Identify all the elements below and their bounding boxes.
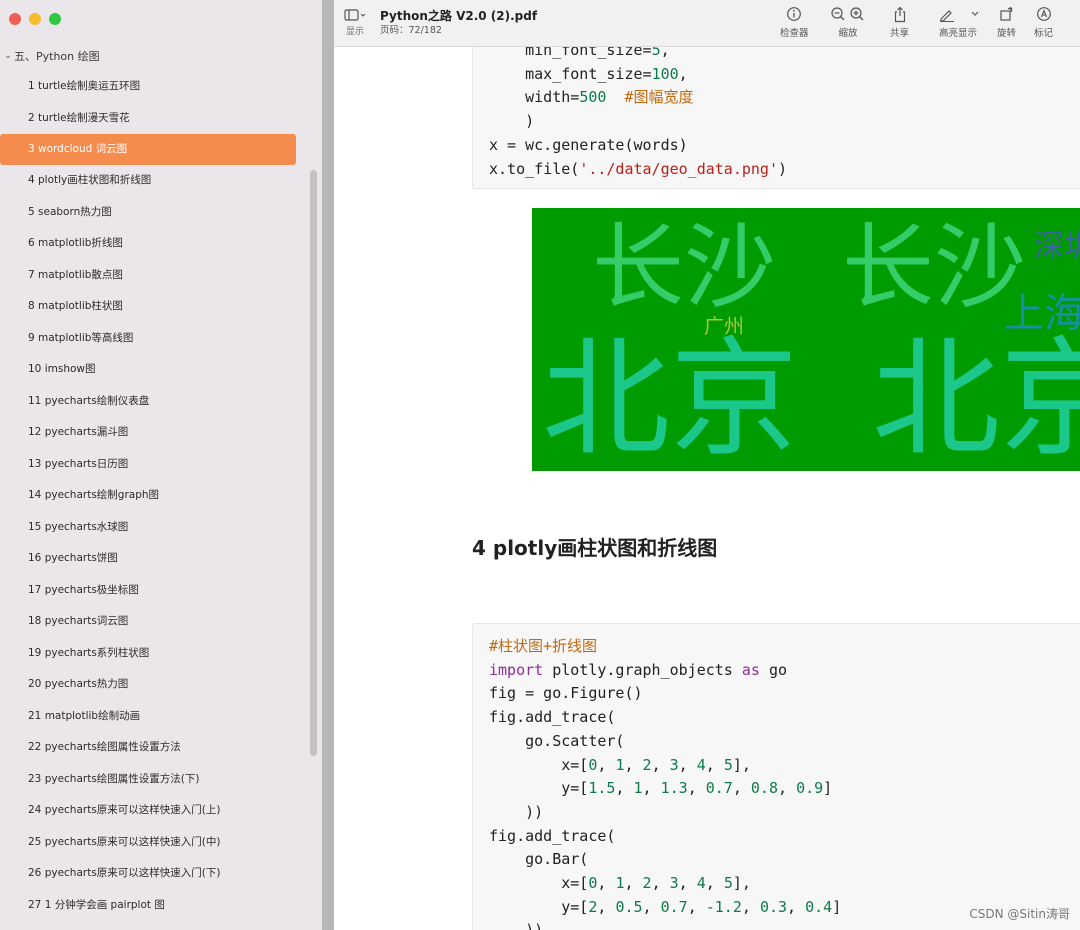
toc-item[interactable]: 23 pyecharts绘图属性设置方法(下) — [0, 764, 322, 796]
code-line: x.to_file('../data/geo_data.png') — [489, 159, 788, 178]
toc-item[interactable]: 20 pyecharts热力图 — [0, 669, 322, 701]
code-block: #柱状图+折线图 import plotly.graph_objects as g… — [472, 623, 1080, 930]
toc-item[interactable]: 16 pyecharts饼图 — [0, 543, 322, 575]
document-page[interactable]: min_font_size=5, max_font_size=100, widt… — [334, 47, 1080, 930]
toc-section-label: 五、Python 绘图 — [14, 50, 100, 63]
markup-icon — [1034, 6, 1053, 24]
sidebar-toggle-icon — [340, 8, 370, 24]
code-line: y=[1.5, 1, 1.3, 0.7, 0.8, 0.9] — [489, 779, 833, 798]
toc-item[interactable]: 19 pyecharts系列柱状图 — [0, 638, 322, 670]
sidebar-divider[interactable] — [322, 0, 334, 930]
toc-item[interactable]: 2 turtle绘制漫天雪花 — [0, 103, 322, 135]
toc-item[interactable]: 13 pyecharts日历图 — [0, 449, 322, 481]
toc-item[interactable]: 12 pyecharts漏斗图 — [0, 417, 322, 449]
toc-item[interactable]: 14 pyecharts绘制graph图 — [0, 480, 322, 512]
chevron-down-icon[interactable]: ⌄ — [2, 51, 14, 61]
toc-item[interactable]: 3 wordcloud 词云图 — [0, 134, 296, 165]
markup-label: 标记 — [1034, 28, 1054, 39]
close-window-button[interactable] — [9, 13, 21, 25]
toc-item[interactable]: 17 pyecharts极坐标图 — [0, 575, 322, 607]
code-line: x=[0, 1, 2, 3, 4, 5], — [489, 755, 751, 774]
code-line: min_font_size=5, — [489, 47, 670, 59]
toolbar: 显示 Python之路 V2.0 (2).pdf 页码：72/182 检查器 缩… — [334, 0, 1080, 47]
code-line: go.Bar( — [489, 850, 589, 869]
toc-item[interactable]: 5 seaborn热力图 — [0, 197, 322, 229]
toc-item[interactable]: 22 pyecharts绘图属性设置方法 — [0, 732, 322, 764]
zoom-label: 缩放 — [838, 28, 858, 39]
toc-item[interactable]: 10 imshow图 — [0, 354, 322, 386]
minimize-window-button[interactable] — [29, 13, 41, 25]
toc-item[interactable]: 1 turtle绘制奥运五环图 — [0, 71, 322, 103]
share-button[interactable]: 共享 — [890, 6, 909, 39]
rotate-icon — [997, 6, 1016, 24]
code-line: go.Scatter( — [489, 731, 625, 750]
toc-item[interactable]: 24 pyecharts原来可以这样快速入门(上) — [0, 795, 322, 827]
toc-item[interactable]: 25 pyecharts原来可以这样快速入门(中) — [0, 827, 322, 859]
toc-item[interactable]: 15 pyecharts水球图 — [0, 512, 322, 544]
code-line: width=500 #图幅宽度 — [489, 88, 694, 107]
section-heading: 4 plotly画柱状图和折线图 — [472, 536, 718, 560]
inspector-button[interactable]: 检查器 — [780, 6, 809, 39]
inspector-label: 检查器 — [780, 28, 809, 39]
wordcloud-word: 北京 — [542, 325, 799, 471]
sidebar-scrollbar[interactable] — [310, 170, 317, 756]
code-line: )) — [489, 918, 543, 930]
code-line: max_font_size=100, — [489, 64, 688, 83]
toc-section-header[interactable]: ⌄ 五、Python 绘图 — [2, 47, 100, 65]
view-menu-button[interactable]: 显示 — [340, 8, 370, 37]
highlight-label: 高亮显示 — [938, 28, 977, 39]
code-line: y=[2, 0.5, 0.7, -1.2, 0.3, 0.4] — [489, 897, 842, 916]
toc-item[interactable]: 7 matplotlib散点图 — [0, 260, 322, 292]
code-line: fig = go.Figure() — [489, 684, 643, 703]
code-block: min_font_size=5, max_font_size=100, widt… — [472, 47, 1080, 189]
code-line: #柱状图+折线图 — [489, 637, 598, 655]
wordcloud-word: 长沙 — [842, 214, 1027, 321]
code-line: import plotly.graph_objects as go — [489, 660, 788, 679]
code-line: x = wc.generate(words) — [489, 135, 688, 154]
wordcloud-image: 长沙 长沙 深圳 广州 上海 北京 北京 — [532, 208, 1080, 471]
wordcloud-word: 深圳 — [1034, 229, 1080, 264]
zoom-icon — [830, 6, 866, 24]
toc-item[interactable]: 8 matplotlib柱状图 — [0, 291, 322, 323]
toc-item[interactable]: 4 plotly画柱状图和折线图 — [0, 165, 322, 197]
toc-item[interactable]: 21 matplotlib绘制动画 — [0, 701, 322, 733]
toc-list: 1 turtle绘制奥运五环图 2 turtle绘制漫天雪花 3 wordcloud… — [0, 71, 322, 921]
wordcloud-word: 北京 — [872, 325, 1080, 471]
share-icon — [890, 6, 909, 24]
rotate-button[interactable]: 旋转 — [997, 6, 1016, 39]
toc-item[interactable]: 27 1 分钟学会画 pairplot 图 — [0, 890, 322, 922]
view-menu-label: 显示 — [345, 27, 364, 37]
code-line: )) — [489, 802, 544, 821]
zoom-button[interactable]: 缩放 — [830, 6, 866, 39]
watermark: CSDN @Sitin涛哥 — [969, 907, 1070, 921]
highlight-button[interactable]: 高亮显示 — [936, 6, 980, 39]
code-line: x=[0, 1, 2, 3, 4, 5], — [489, 874, 751, 892]
toc-item[interactable]: 18 pyecharts词云图 — [0, 606, 322, 638]
share-label: 共享 — [890, 28, 910, 39]
window-controls — [9, 13, 61, 25]
zoom-window-button[interactable] — [49, 13, 61, 25]
sidebar: ⌄ 五、Python 绘图 1 turtle绘制奥运五环图 2 turtle绘制漫… — [0, 0, 322, 930]
toc-item[interactable]: 26 pyecharts原来可以这样快速入门(下) — [0, 858, 322, 890]
toc-item[interactable]: 6 matplotlib折线图 — [0, 228, 322, 260]
code-line: fig.add_trace( — [489, 708, 616, 727]
rotate-label: 旋转 — [997, 28, 1017, 39]
code-line: fig.add_trace( — [489, 826, 616, 845]
markup-button[interactable]: 标记 — [1034, 6, 1053, 39]
info-icon — [780, 6, 809, 24]
toc-item[interactable]: 11 pyecharts绘制仪表盘 — [0, 386, 322, 418]
code-line: ) — [489, 112, 535, 131]
page-indicator: 页码：72/182 — [380, 25, 442, 36]
highlight-icon — [936, 6, 980, 24]
toc-item[interactable]: 9 matplotlib等高线图 — [0, 323, 322, 355]
wordcloud-word: 长沙 — [592, 214, 777, 321]
